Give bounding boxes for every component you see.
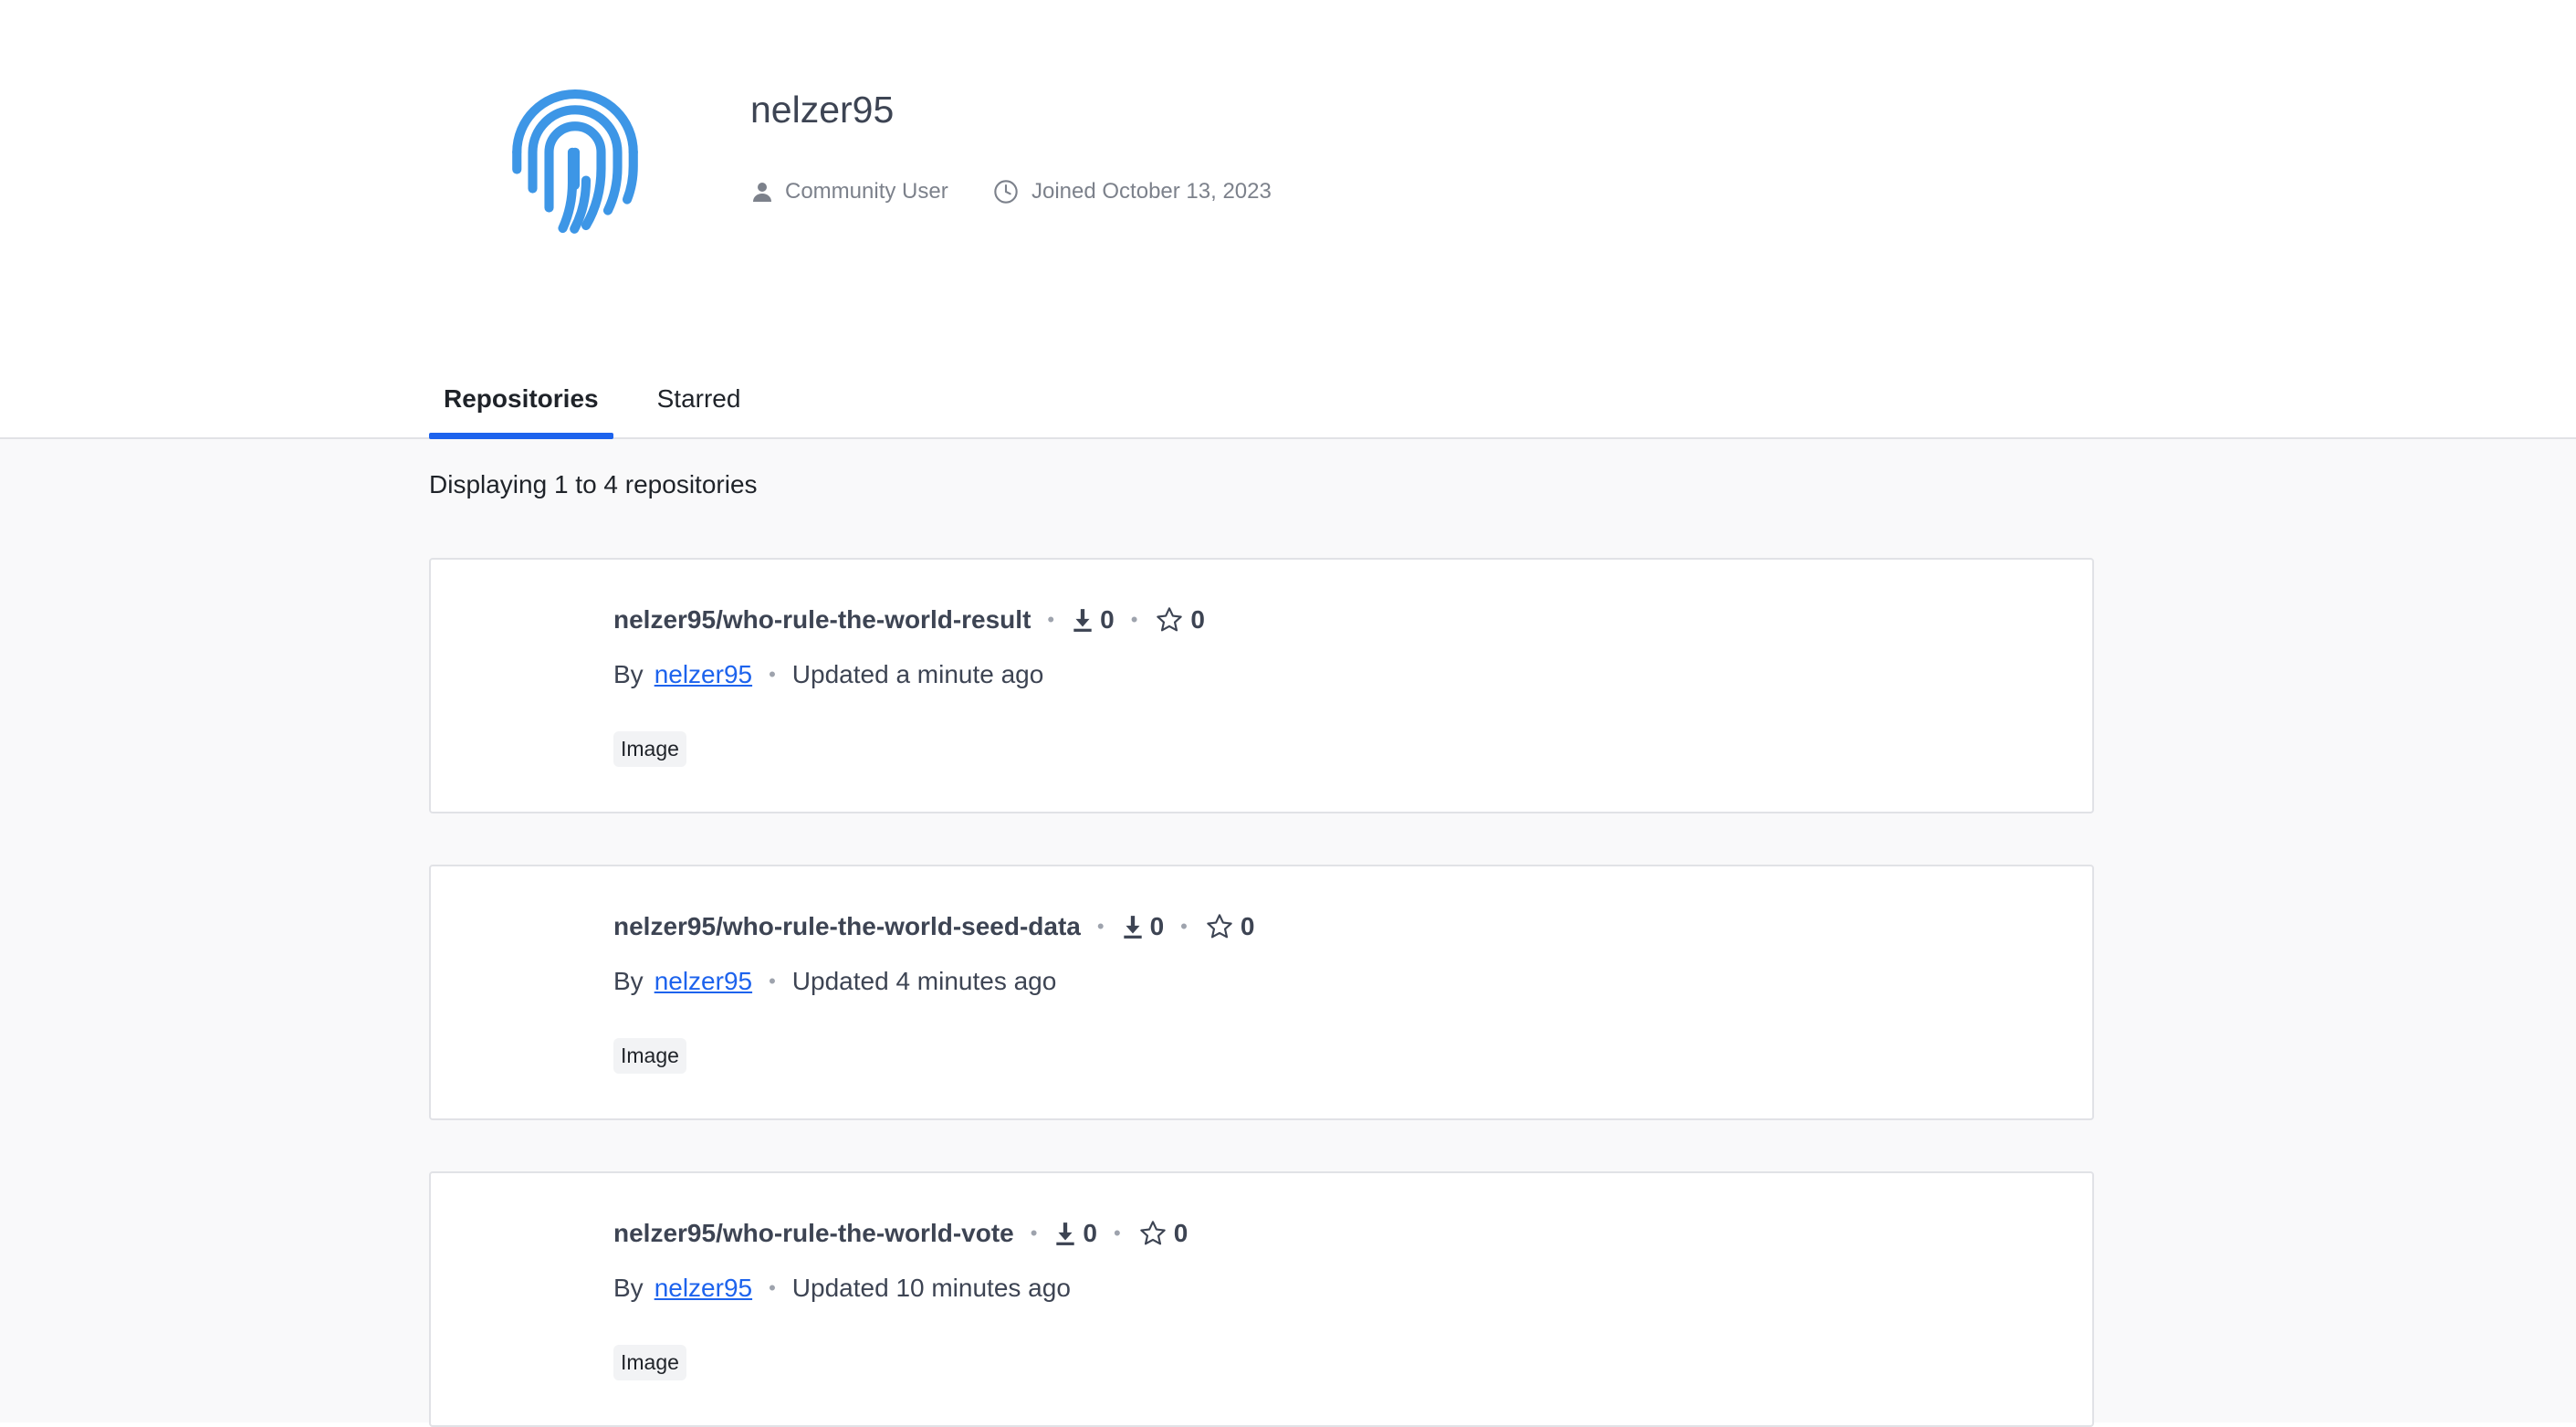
profile-role: Community User [752,179,948,205]
separator-dot: • [769,970,776,992]
star-count: 0 [1204,912,1255,941]
separator-dot: • [1047,608,1055,631]
star-count: 0 [1137,1219,1189,1248]
repository-card[interactable]: nelzer95/who-rule-the-world-seed-data • … [429,865,2094,1120]
separator-dot: • [1030,1222,1038,1244]
owner-link[interactable]: nelzer95 [654,660,752,689]
by-label: By [613,660,644,688]
separator-dot: • [1096,915,1105,938]
user-icon [753,183,771,202]
tab-starred[interactable]: Starred [643,370,756,437]
repositories-panel: Displaying 1 to 4 repositories nelzer95/… [0,439,2576,1427]
results-summary: Displaying 1 to 4 repositories [429,470,758,498]
type-badge: Image [613,731,686,767]
download-count: 0 [1053,1219,1097,1248]
repository-name[interactable]: nelzer95/who-rule-the-world-seed-data [613,912,1081,941]
separator-dot: • [1114,1222,1121,1244]
owner-link[interactable]: nelzer95 [654,967,752,996]
download-count-value: 0 [1149,912,1165,940]
updated-time: Updated 10 minutes ago [791,1274,1071,1302]
fingerprint-icon [493,80,657,245]
separator-dot: • [769,663,776,686]
profile-header: nelzer95 Community User Joined October 1… [0,0,2576,439]
star-count-value: 0 [1173,1219,1189,1247]
profile-username: nelzer95 [750,89,895,131]
profile-role-label: Community User [785,179,948,204]
download-count-value: 0 [1100,605,1115,634]
profile-tabs: Repositories Starred [429,370,784,439]
download-count: 0 [1071,605,1115,635]
by-label: By [613,967,644,995]
repository-name[interactable]: nelzer95/who-rule-the-world-vote [613,1219,1014,1248]
star-count: 0 [1154,605,1205,635]
download-icon [1056,1222,1075,1245]
download-icon [1073,609,1092,632]
separator-dot: • [769,1276,776,1299]
star-icon [1139,1221,1166,1245]
separator-dot: • [1180,915,1188,938]
updated-time: Updated 4 minutes ago [791,967,1057,995]
type-badge: Image [613,1038,686,1074]
star-count-value: 0 [1190,605,1205,634]
repository-card[interactable]: nelzer95/who-rule-the-world-result • 0 •… [429,558,2094,813]
separator-dot: • [1130,608,1138,631]
download-count: 0 [1121,912,1165,941]
repository-name[interactable]: nelzer95/who-rule-the-world-result [613,605,1031,635]
star-count-value: 0 [1240,912,1255,940]
by-label: By [613,1274,644,1302]
type-badge: Image [613,1345,686,1380]
profile-joined-label: Joined October 13, 2023 [1031,179,1272,204]
download-icon [1123,916,1142,939]
clock-icon [994,180,1018,204]
profile-joined: Joined October 13, 2023 [993,179,1272,205]
star-icon [1157,607,1183,632]
repository-card[interactable]: nelzer95/who-rule-the-world-vote • 0 • 0… [429,1171,2094,1427]
star-icon [1207,914,1232,939]
owner-link[interactable]: nelzer95 [654,1274,752,1303]
tab-repositories[interactable]: Repositories [429,370,613,439]
updated-time: Updated a minute ago [791,660,1044,688]
download-count-value: 0 [1083,1219,1097,1247]
